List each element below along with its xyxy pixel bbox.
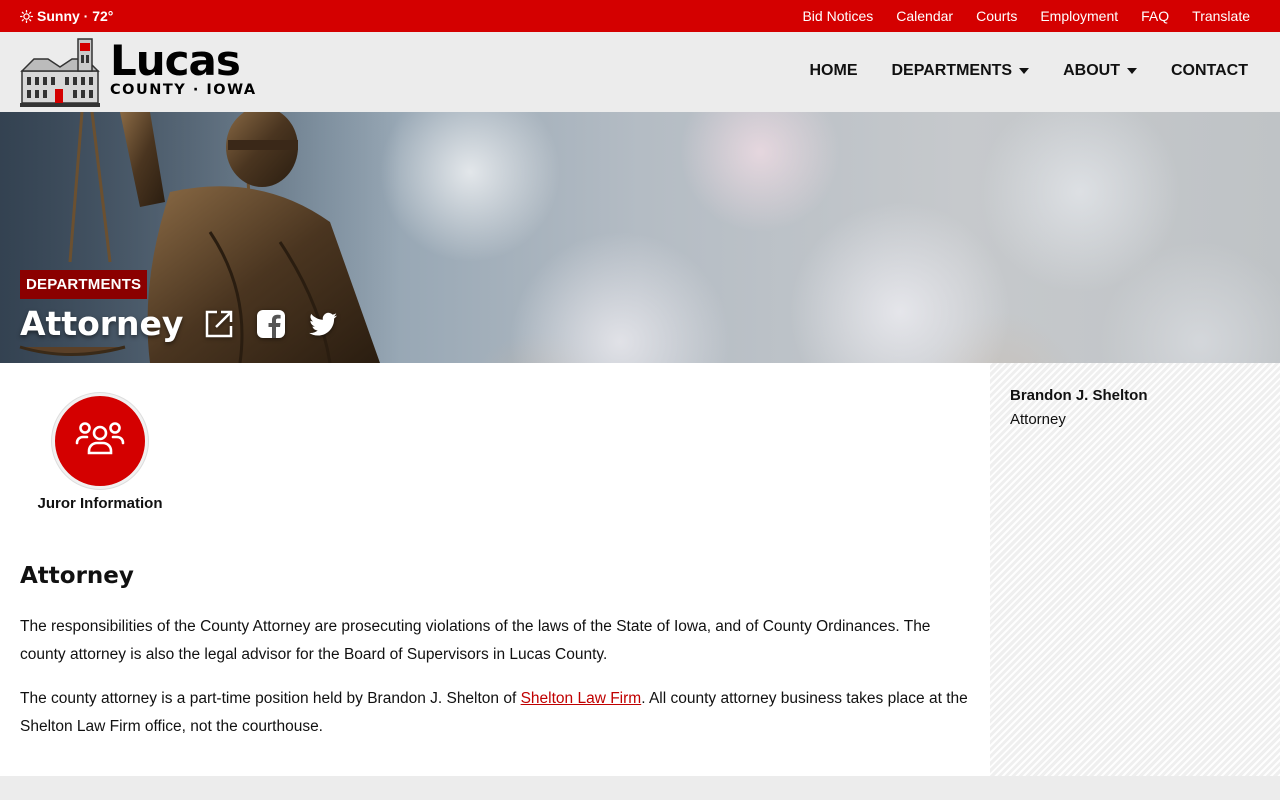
link-employment[interactable]: Employment <box>1040 8 1118 24</box>
nav-home-label: HOME <box>809 62 858 79</box>
link-courts[interactable]: Courts <box>976 8 1017 24</box>
official-name: Brandon J. Shelton <box>1010 387 1148 404</box>
nav-contact-label: CONTACT <box>1170 62 1248 79</box>
nav-departments-label: DEPARTMENTS <box>891 62 1013 79</box>
official-role: Attorney <box>1010 411 1066 428</box>
nav-about[interactable]: ABOUT <box>1063 62 1137 80</box>
content-paragraph-2: The county attorney is a part-time posit… <box>20 685 970 741</box>
link-translate[interactable]: Translate <box>1192 8 1250 24</box>
page-title: Attorney <box>20 304 184 343</box>
site-logo[interactable]: Lucas COUNTY · IOWA <box>20 37 257 107</box>
main-nav: HOME DEPARTMENTS ABOUT CONTACT <box>809 62 1248 80</box>
paragraph-2-text-start: The county attorney is a part-time posit… <box>20 690 521 707</box>
weather-text: Sunny · 72° <box>37 8 114 24</box>
content-paragraph-1: The responsibilities of the County Attor… <box>20 618 931 663</box>
caret-down-icon <box>1126 68 1137 74</box>
contact-sidebar: Brandon J. Shelton Attorney <box>990 363 1280 776</box>
nav-home[interactable]: HOME <box>809 62 857 80</box>
hero-banner: DEPARTMENTS Attorney <box>0 112 1280 363</box>
utility-nav: Bid Notices Calendar Courts Employment F… <box>802 8 1250 24</box>
nav-about-label: ABOUT <box>1063 62 1120 79</box>
quick-link-label: Juror Information <box>37 495 163 512</box>
weather-widget: Sunny · 72° <box>20 8 113 24</box>
external-link-icon[interactable] <box>203 308 235 340</box>
sun-icon <box>20 9 33 23</box>
courthouse-logo-icon <box>20 38 100 107</box>
facebook-icon[interactable] <box>255 308 287 340</box>
logo-subtitle: COUNTY · IOWA <box>110 82 257 98</box>
logo-name: Lucas <box>110 36 241 85</box>
nav-departments[interactable]: DEPARTMENTS <box>891 62 1030 80</box>
section-badge[interactable]: DEPARTMENTS <box>20 270 148 299</box>
footer-strip <box>0 776 1280 800</box>
site-header: Lucas COUNTY · IOWA HOME DEPARTMENTS ABO… <box>0 32 1280 112</box>
users-icon <box>75 422 125 455</box>
link-bid-notices[interactable]: Bid Notices <box>802 8 873 24</box>
content-heading: Attorney <box>20 563 134 589</box>
shelton-law-firm-link[interactable]: Shelton Law Firm <box>521 690 642 707</box>
nav-contact[interactable]: CONTACT <box>1171 62 1248 80</box>
caret-down-icon <box>1019 68 1030 74</box>
link-faq[interactable]: FAQ <box>1141 8 1169 24</box>
main-content: Juror Information Attorney The responsib… <box>0 363 990 776</box>
twitter-icon[interactable] <box>307 308 339 340</box>
quick-link-juror-information[interactable]: Juror Information <box>20 393 180 512</box>
utility-bar: Sunny · 72° Bid Notices Calendar Courts … <box>0 0 1280 32</box>
link-calendar[interactable]: Calendar <box>896 8 953 24</box>
quick-link-circle <box>52 393 148 489</box>
